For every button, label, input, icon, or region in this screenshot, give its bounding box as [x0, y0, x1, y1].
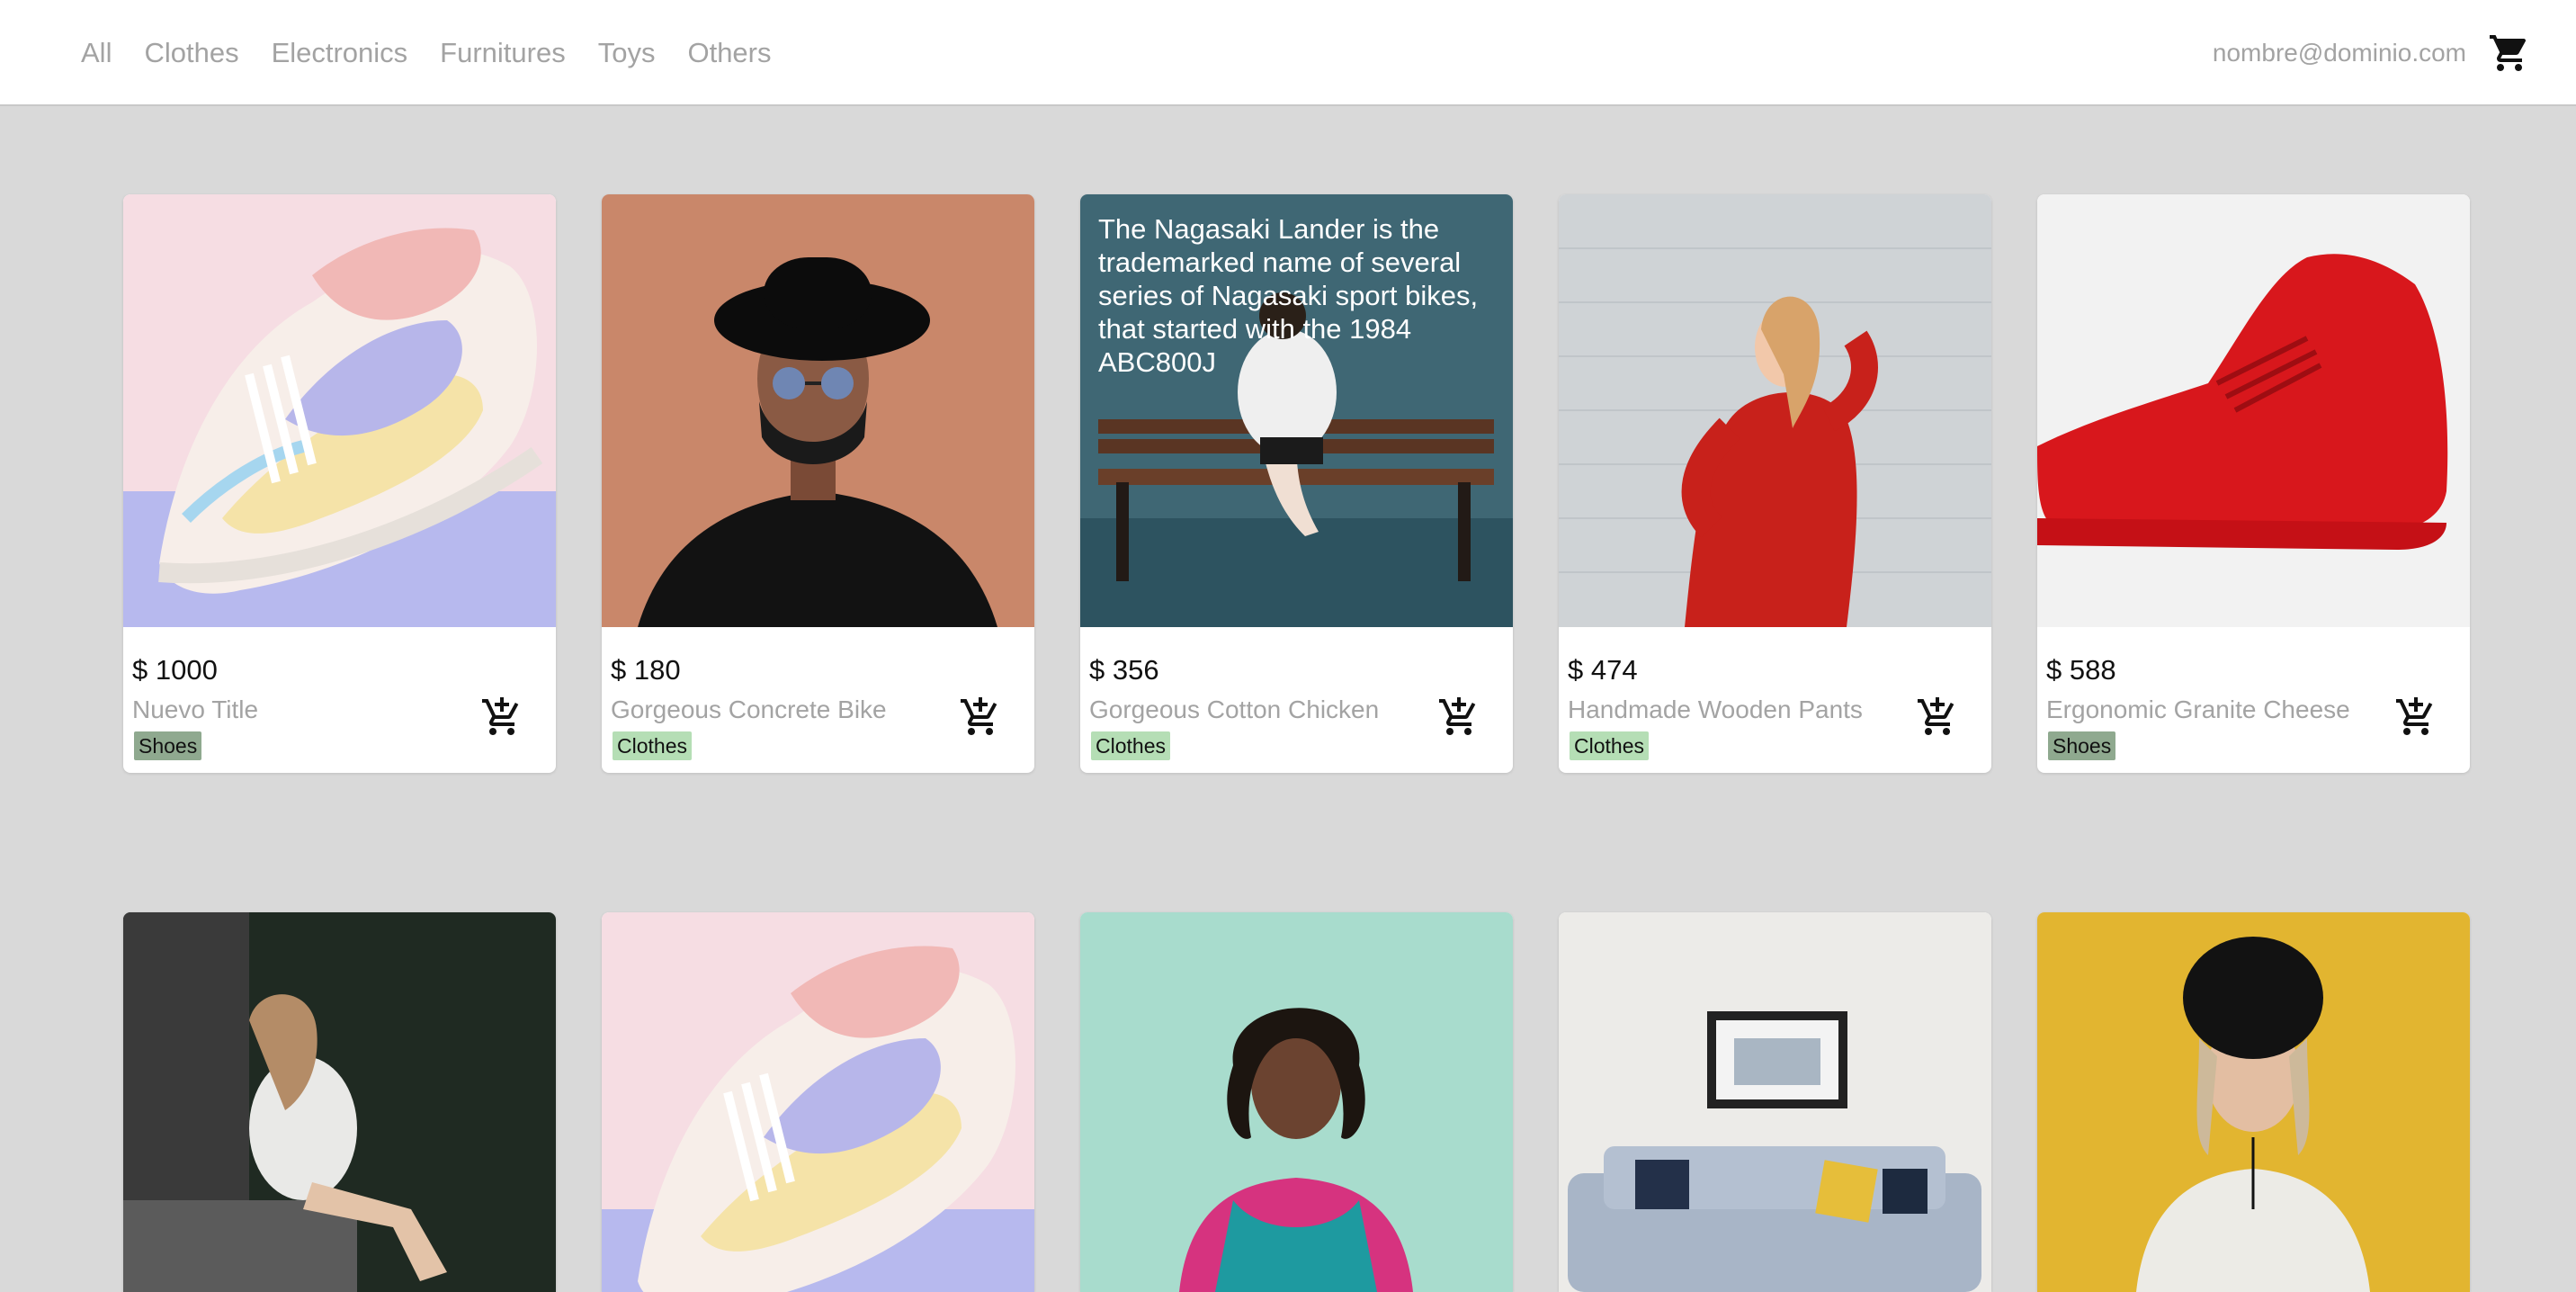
- product-image[interactable]: [602, 912, 1034, 1292]
- nav-link-all[interactable]: All: [81, 37, 112, 69]
- product-price: $ 180: [611, 654, 681, 686]
- product-image[interactable]: [2037, 194, 2470, 627]
- product-price: $ 588: [2046, 654, 2116, 686]
- product-image[interactable]: The Nagasaki Lander is the trademarked n…: [1080, 194, 1513, 627]
- add-to-cart-icon[interactable]: [1437, 695, 1480, 739]
- product-image[interactable]: [1559, 194, 1991, 627]
- add-to-cart-icon[interactable]: [1916, 695, 1959, 739]
- add-to-cart-icon[interactable]: [2394, 695, 2437, 739]
- product-info: $ 180 Gorgeous Concrete Bike Clothes: [602, 627, 1034, 773]
- nav-link-clothes[interactable]: Clothes: [144, 37, 238, 69]
- shopping-cart-icon[interactable]: [2488, 31, 2531, 75]
- product-price: $ 356: [1089, 654, 1159, 686]
- product-info: $ 356 Gorgeous Cotton Chicken Clothes: [1080, 627, 1513, 773]
- product-price: $ 474: [1568, 654, 1638, 686]
- category-badge: Shoes: [134, 731, 202, 760]
- add-to-cart-icon[interactable]: [480, 695, 523, 739]
- product-card[interactable]: $ 180 Gorgeous Concrete Bike Clothes: [602, 194, 1034, 773]
- product-card[interactable]: [1559, 912, 1991, 1292]
- product-title: Handmade Wooden Pants: [1568, 695, 1863, 723]
- product-card[interactable]: $ 588 Ergonomic Granite Cheese Shoes: [2037, 194, 2470, 773]
- nav-link-electronics[interactable]: Electronics: [272, 37, 408, 69]
- product-image[interactable]: [602, 194, 1034, 627]
- category-badge: Clothes: [1091, 731, 1170, 760]
- category-badge: Clothes: [1570, 731, 1649, 760]
- product-card[interactable]: [602, 912, 1034, 1292]
- product-image[interactable]: [1080, 912, 1513, 1292]
- user-email: nombre@dominio.com: [2212, 39, 2466, 67]
- category-badge: Clothes: [613, 731, 692, 760]
- nav-link-others[interactable]: Others: [687, 37, 771, 69]
- category-badge: Shoes: [2048, 731, 2116, 760]
- product-card[interactable]: $ 474 Handmade Wooden Pants Clothes: [1559, 194, 1991, 773]
- product-card[interactable]: [2037, 912, 2470, 1292]
- product-image[interactable]: [123, 912, 556, 1292]
- product-title: Gorgeous Cotton Chicken: [1089, 695, 1380, 723]
- product-info: $ 474 Handmade Wooden Pants Clothes: [1559, 627, 1991, 773]
- product-price: $ 1000: [132, 654, 218, 686]
- product-card[interactable]: [1080, 912, 1513, 1292]
- user-area: nombre@dominio.com: [2213, 0, 2531, 106]
- product-info: $ 588 Ergonomic Granite Cheese Shoes: [2037, 627, 2470, 773]
- product-title: Nuevo Title: [132, 695, 259, 723]
- product-image[interactable]: [2037, 912, 2470, 1292]
- product-title: Gorgeous Concrete Bike: [611, 695, 887, 723]
- nav-link-furnitures[interactable]: Furnitures: [440, 37, 566, 69]
- category-nav: All Clothes Electronics Furnitures Toys …: [81, 0, 804, 106]
- product-card[interactable]: The Nagasaki Lander is the trademarked n…: [1080, 194, 1513, 773]
- product-image[interactable]: [1559, 912, 1991, 1292]
- product-image[interactable]: [123, 194, 556, 627]
- nav-link-toys[interactable]: Toys: [598, 37, 656, 69]
- product-description-overlay: The Nagasaki Lander is the trademarked n…: [1098, 213, 1479, 378]
- product-card[interactable]: $ 1000 Nuevo Title Shoes: [123, 194, 556, 773]
- top-navbar: All Clothes Electronics Furnitures Toys …: [0, 0, 2576, 106]
- product-title: Ergonomic Granite Cheese: [2046, 695, 2350, 723]
- product-info: $ 1000 Nuevo Title Shoes: [123, 627, 556, 773]
- add-to-cart-icon[interactable]: [959, 695, 1002, 739]
- product-card[interactable]: [123, 912, 556, 1292]
